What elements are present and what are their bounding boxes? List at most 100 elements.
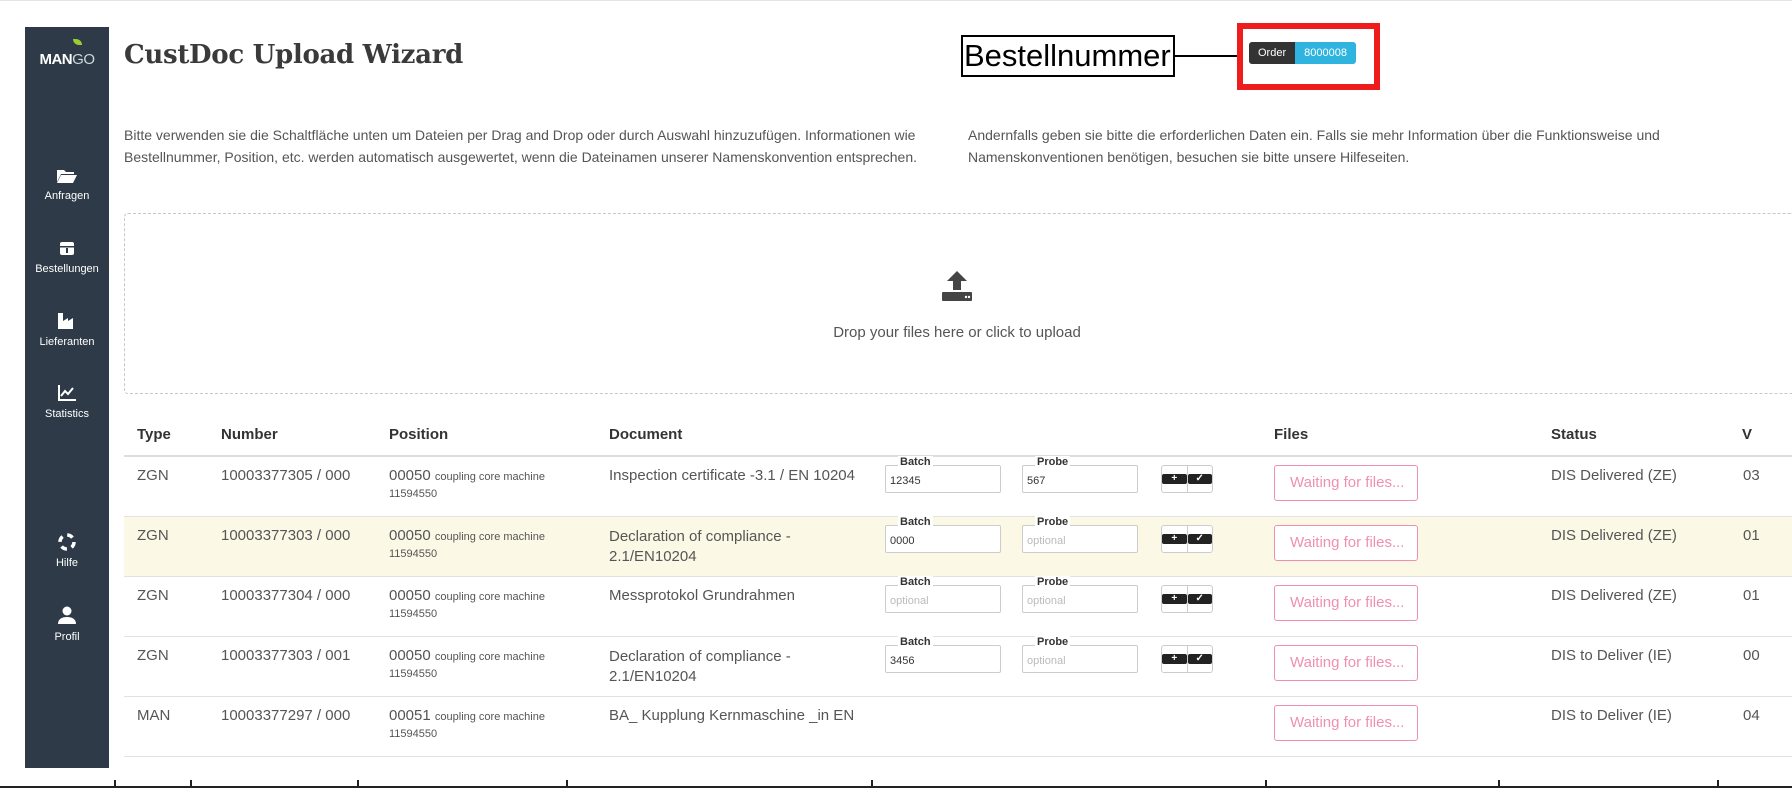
table-row[interactable]: ZGN 10003377303 / 000 00050 coupling cor… bbox=[124, 516, 1792, 577]
table-row[interactable]: MAN 10003377297 / 000 00051 coupling cor… bbox=[124, 697, 1792, 757]
sidebar-item-label: Lieferanten bbox=[39, 336, 95, 348]
add-button[interactable]: + bbox=[1162, 526, 1187, 552]
probe-input[interactable]: Probe optional bbox=[1022, 516, 1138, 553]
crop-edge-tick bbox=[871, 780, 873, 788]
cell-v: 00 bbox=[1743, 647, 1760, 664]
batch-value: 12345 bbox=[890, 475, 921, 487]
sidebar-item-statistics[interactable]: Statistics bbox=[25, 384, 109, 420]
add-button[interactable]: + bbox=[1162, 646, 1187, 672]
sidebar-item-hilfe[interactable]: Hilfe bbox=[25, 533, 109, 569]
crop-edge-tick bbox=[190, 780, 192, 788]
batch-input[interactable]: Batch 12345 bbox=[885, 456, 1001, 493]
mango-logo[interactable]: MANGO bbox=[25, 39, 109, 68]
table-row[interactable]: ZGN 10003377303 / 001 00050 coupling cor… bbox=[124, 636, 1792, 697]
cell-position: 00050 coupling core machine 11594550 bbox=[389, 587, 545, 620]
position-number: 00050 bbox=[389, 647, 431, 664]
confirm-button[interactable]: ✓ bbox=[1186, 646, 1212, 672]
sidebar-item-bestellungen[interactable]: Bestellungen bbox=[25, 239, 109, 275]
folder-open-icon bbox=[57, 170, 77, 183]
check-square-icon: ✓ bbox=[1187, 594, 1212, 604]
probe-input[interactable]: Probe optional bbox=[1022, 576, 1138, 613]
position-id: 11594550 bbox=[389, 668, 438, 680]
upload-icon bbox=[942, 271, 972, 301]
document-line-1: Declaration of compliance - bbox=[609, 648, 791, 665]
cell-document: Declaration of compliance - 2.1/EN10204 bbox=[609, 647, 859, 687]
column-header-files[interactable]: Files bbox=[1274, 426, 1308, 443]
position-id: 11594550 bbox=[389, 548, 438, 560]
row-action-buttons: + ✓ bbox=[1161, 585, 1213, 613]
page-title: CustDoc Upload Wizard bbox=[124, 40, 463, 70]
column-header-v[interactable]: V bbox=[1742, 426, 1752, 443]
plus-square-icon: + bbox=[1162, 594, 1187, 604]
table-row[interactable]: ZGN 10003377304 / 000 00050 coupling cor… bbox=[124, 576, 1792, 637]
sidebar-item-profil[interactable]: Profil bbox=[25, 605, 109, 643]
sidebar-item-label: Anfragen bbox=[44, 190, 90, 202]
crop-edge-tick bbox=[1265, 780, 1267, 788]
batch-input[interactable]: Batch optional bbox=[885, 576, 1001, 613]
probe-input[interactable]: Probe 567 bbox=[1022, 456, 1138, 493]
cell-number: 10003377304 / 000 bbox=[221, 587, 351, 604]
position-id: 11594550 bbox=[389, 608, 438, 620]
sidebar-item-label: Statistics bbox=[44, 408, 89, 420]
document-line-1: Declaration of compliance - bbox=[609, 528, 791, 545]
row-action-buttons: + ✓ bbox=[1161, 645, 1213, 673]
position-description: coupling core machine bbox=[434, 591, 545, 603]
package-icon bbox=[60, 242, 74, 255]
confirm-button[interactable]: ✓ bbox=[1186, 466, 1212, 492]
confirm-button[interactable]: ✓ bbox=[1186, 526, 1212, 552]
crop-edge-tick bbox=[1498, 780, 1500, 788]
position-id: 11594550 bbox=[389, 488, 438, 500]
check-square-icon: ✓ bbox=[1187, 654, 1212, 664]
position-description: coupling core machine bbox=[434, 711, 545, 723]
waiting-for-files-button[interactable]: Waiting for files... bbox=[1274, 645, 1418, 681]
intro-text-right: Andernfalls geben sie bitte die erforder… bbox=[968, 127, 1660, 165]
crop-edge-tick bbox=[566, 780, 568, 788]
table-row[interactable]: ZGN 10003377305 / 000 00050 coupling cor… bbox=[124, 456, 1792, 517]
crop-edge-tick bbox=[114, 780, 116, 788]
column-header-document[interactable]: Document bbox=[609, 426, 682, 443]
column-header-status[interactable]: Status bbox=[1551, 426, 1597, 443]
sidebar-item-lieferanten[interactable]: Lieferanten bbox=[25, 312, 109, 348]
batch-input[interactable]: Batch 3456 bbox=[885, 636, 1001, 673]
batch-label: Batch bbox=[898, 636, 933, 648]
batch-input[interactable]: Batch 0000 bbox=[885, 516, 1001, 553]
confirm-button[interactable]: ✓ bbox=[1186, 586, 1212, 612]
probe-placeholder: optional bbox=[1027, 535, 1066, 547]
sidebar-item-label: Hilfe bbox=[55, 557, 78, 569]
column-header-number[interactable]: Number bbox=[221, 426, 278, 443]
cell-number: 10003377297 / 000 bbox=[221, 707, 351, 724]
cell-status: DIS Delivered (ZE) bbox=[1551, 527, 1677, 544]
cell-status: DIS Delivered (ZE) bbox=[1551, 587, 1677, 604]
cell-type: MAN bbox=[137, 707, 171, 724]
check-square-icon: ✓ bbox=[1187, 474, 1212, 484]
order-badge-key: Order bbox=[1249, 42, 1296, 64]
probe-label: Probe bbox=[1035, 636, 1071, 648]
position-number: 00050 bbox=[389, 527, 431, 544]
waiting-for-files-button[interactable]: Waiting for files... bbox=[1274, 705, 1418, 741]
order-badge[interactable]: Order 8000008 bbox=[1249, 42, 1356, 64]
add-button[interactable]: + bbox=[1162, 586, 1187, 612]
column-header-position[interactable]: Position bbox=[389, 426, 448, 443]
cell-status: DIS Delivered (ZE) bbox=[1551, 467, 1677, 484]
column-header-type[interactable]: Type bbox=[137, 426, 171, 443]
annotation-connector bbox=[1175, 55, 1240, 57]
waiting-for-files-button[interactable]: Waiting for files... bbox=[1274, 525, 1418, 561]
annotation-label: Bestellnummer bbox=[961, 35, 1175, 77]
waiting-for-files-button[interactable]: Waiting for files... bbox=[1274, 465, 1418, 501]
cell-position: 00050 coupling core machine 11594550 bbox=[389, 467, 545, 500]
batch-label: Batch bbox=[898, 456, 933, 468]
cell-type: ZGN bbox=[137, 587, 169, 604]
add-button[interactable]: + bbox=[1162, 466, 1187, 492]
sidebar: MANGO Anfragen Bestellungen Lieferanten … bbox=[25, 27, 109, 768]
order-badge-value: 8000008 bbox=[1295, 42, 1356, 64]
row-action-buttons: + ✓ bbox=[1161, 525, 1213, 553]
batch-value: 3456 bbox=[890, 655, 915, 667]
sidebar-item-anfragen[interactable]: Anfragen bbox=[25, 168, 109, 202]
probe-label: Probe bbox=[1035, 516, 1071, 528]
waiting-for-files-button[interactable]: Waiting for files... bbox=[1274, 585, 1418, 621]
probe-input[interactable]: Probe optional bbox=[1022, 636, 1138, 673]
dropzone-text: Drop your files here or click to upload bbox=[833, 324, 1081, 341]
life-ring-icon bbox=[58, 533, 76, 551]
cell-status: DIS to Deliver (IE) bbox=[1551, 647, 1672, 664]
file-dropzone[interactable] bbox=[124, 213, 1792, 394]
